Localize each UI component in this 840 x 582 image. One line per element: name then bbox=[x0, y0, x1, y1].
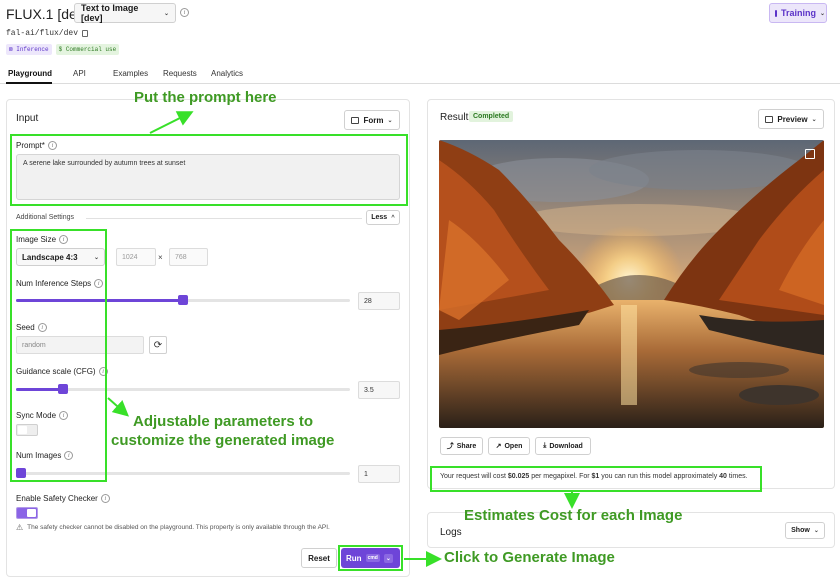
chevron-down-icon: ⌄ bbox=[163, 10, 169, 17]
num-images-value-input[interactable]: 1 bbox=[358, 465, 400, 483]
copy-icon[interactable] bbox=[82, 30, 89, 37]
share-button[interactable]: ⤴ Share bbox=[440, 437, 483, 455]
safety-warning: ⚠ The safety checker cannot be disabled … bbox=[16, 523, 330, 532]
params-highlight-box bbox=[10, 229, 107, 482]
badge-row: ⊠ Inference $ Commercial use bbox=[6, 44, 120, 55]
model-select-dropdown[interactable]: Text to Image [dev] ⌄ bbox=[74, 3, 176, 23]
image-icon bbox=[765, 115, 774, 123]
divider bbox=[86, 218, 362, 219]
download-button[interactable]: ⤓ Download bbox=[535, 437, 591, 455]
reset-button[interactable]: Reset bbox=[301, 548, 337, 568]
chevron-down-icon: ⌄ bbox=[813, 528, 819, 534]
annotation-run: Click to Generate Image bbox=[444, 549, 615, 566]
download-icon: ⤓ bbox=[543, 442, 547, 449]
open-label: Open bbox=[504, 442, 523, 450]
safety-checker-label: Enable Safety Checker i bbox=[16, 494, 110, 503]
commercial-use-badge: $ Commercial use bbox=[55, 44, 120, 55]
model-path: fal-ai/flux/dev bbox=[6, 29, 89, 38]
expand-icon[interactable] bbox=[805, 149, 815, 159]
warning-icon: ⚠ bbox=[16, 523, 24, 532]
prompt-highlight-box bbox=[10, 134, 408, 206]
training-label: Training bbox=[781, 8, 817, 18]
steps-value-input[interactable]: 28 bbox=[358, 292, 400, 310]
chevron-down-icon: ⌄ bbox=[820, 10, 826, 17]
logs-title: Logs bbox=[440, 527, 462, 538]
additional-settings-label: Additional Settings bbox=[16, 214, 74, 221]
run-highlight-box bbox=[338, 545, 403, 571]
refresh-icon: ⟳ bbox=[153, 339, 163, 351]
chevron-up-icon: ^ bbox=[391, 214, 395, 221]
show-label: Show bbox=[791, 527, 810, 534]
share-label: Share bbox=[456, 442, 477, 450]
chevron-down-icon: ⌄ bbox=[811, 116, 817, 123]
form-mode-button[interactable]: Form ⌄ bbox=[344, 110, 400, 130]
model-select-label: Text to Image [dev] bbox=[81, 3, 139, 23]
generated-image[interactable] bbox=[439, 140, 824, 428]
tab-bar: Playground API Examples Requests Analyti… bbox=[0, 63, 840, 84]
lake-sunset-image bbox=[439, 140, 824, 428]
refresh-seed-button[interactable]: ⟳ bbox=[149, 336, 167, 354]
tab-playground[interactable]: Playground bbox=[8, 69, 52, 78]
download-label: Download bbox=[549, 442, 583, 450]
times-symbol: × bbox=[158, 253, 163, 262]
safety-warning-text: The safety checker cannot be disabled on… bbox=[27, 524, 330, 531]
tab-api[interactable]: API bbox=[73, 69, 86, 78]
chevron-down-icon: ⌄ bbox=[387, 117, 393, 124]
tab-examples[interactable]: Examples bbox=[113, 69, 148, 78]
training-button[interactable]: Training ⌄ bbox=[769, 3, 827, 23]
external-link-icon: ↗ bbox=[495, 443, 502, 450]
preview-button[interactable]: Preview ⌄ bbox=[758, 109, 824, 129]
guidance-value-input[interactable]: 3.5 bbox=[358, 381, 400, 399]
tab-analytics[interactable]: Analytics bbox=[211, 69, 243, 78]
training-icon bbox=[775, 9, 777, 17]
height-input[interactable]: 768 bbox=[169, 248, 208, 266]
annotation-params-line1: Adjustable parameters to bbox=[133, 413, 314, 430]
model-path-text: fal-ai/flux/dev bbox=[6, 29, 79, 38]
form-icon bbox=[351, 116, 360, 124]
result-title: Result bbox=[440, 112, 469, 123]
preview-label: Preview bbox=[777, 114, 808, 124]
annotation-params-line2: customize the generated image bbox=[111, 432, 335, 449]
share-icon: ⤴ bbox=[446, 443, 454, 450]
info-icon[interactable]: i bbox=[100, 494, 110, 503]
less-label: Less bbox=[371, 214, 388, 221]
annotation-prompt: Put the prompt here bbox=[134, 89, 277, 106]
form-label: Form bbox=[363, 115, 384, 125]
annotation-cost: Estimates Cost for each Image bbox=[464, 507, 683, 524]
info-icon[interactable]: i bbox=[180, 8, 189, 17]
open-button[interactable]: ↗ Open bbox=[488, 437, 530, 455]
toggle-knob bbox=[27, 509, 36, 517]
tab-requests[interactable]: Requests bbox=[163, 69, 197, 78]
show-logs-button[interactable]: Show ⌄ bbox=[785, 522, 825, 539]
cost-highlight-box bbox=[430, 466, 762, 492]
status-badge: Completed bbox=[469, 111, 514, 122]
active-tab-indicator bbox=[6, 82, 52, 84]
steps-slider-thumb[interactable] bbox=[178, 295, 188, 305]
inference-badge: ⊠ Inference bbox=[6, 44, 52, 55]
less-button[interactable]: Less ^ bbox=[366, 210, 400, 225]
safety-checker-toggle[interactable] bbox=[16, 507, 38, 519]
width-input[interactable]: 1024 bbox=[116, 248, 156, 266]
input-title: Input bbox=[16, 113, 39, 124]
